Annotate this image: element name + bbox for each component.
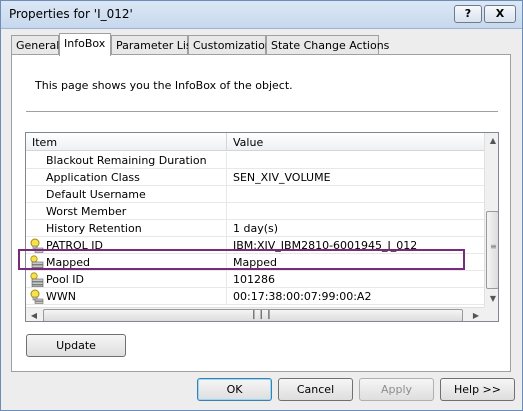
tab-infobox[interactable]: InfoBox [59,33,111,56]
tab-customization[interactable]: Customization [188,35,272,55]
separator [26,111,498,112]
close-button[interactable]: X [484,5,516,23]
panel-description: This page shows you the InfoBox of the o… [35,79,293,92]
horizontal-scroll-thumb[interactable]: ❙❙❙ [43,309,463,321]
infobox-panel: This page shows you the InfoBox of the o… [11,54,511,372]
window-title: Properties for 'I_012' [9,7,133,21]
list-row[interactable]: Blackout Remaining Duration [26,152,484,169]
row-item: Blackout Remaining Duration [46,152,227,169]
tab-general[interactable]: General [11,35,59,55]
grip-icon: ≡ [490,242,497,251]
tab-parameter-list[interactable]: Parameter List [111,35,196,55]
list-row[interactable]: WWN 00:17:38:00:07:99:00:A2 [26,288,484,305]
ok-button[interactable]: OK [197,378,272,401]
tab-state-change-actions[interactable]: State Change Actions [266,35,389,55]
row-item: Worst Member [46,203,227,220]
update-button[interactable]: Update [26,334,126,357]
row-item: WWN [46,288,227,305]
stack-icon [30,272,44,287]
infobox-list[interactable]: Item Value Blackout Remaining Duration A… [25,132,499,322]
scroll-up-arrow-icon[interactable]: ▲ [485,133,498,149]
row-item: Default Username [46,186,227,203]
list-row[interactable]: Pool ID 101286 [26,271,484,288]
title-bar[interactable]: Properties for 'I_012' ? X [1,1,522,29]
column-header-item[interactable]: Item [26,133,227,151]
horizontal-scrollbar[interactable]: ◀ ❙❙❙ ▶ [26,307,484,321]
vertical-scrollbar[interactable]: ▲ ≡ ▼ [484,133,498,307]
help-title-button[interactable]: ? [454,5,482,23]
scrollbar-corner [484,307,498,321]
row-item: History Retention [46,220,227,237]
bulb-icon [30,289,44,304]
row-item: Application Class [46,169,227,186]
mapped-row-highlight [18,249,465,270]
row-value [233,186,483,203]
cancel-button[interactable]: Cancel [278,378,353,401]
column-header-value[interactable]: Value [227,133,484,151]
list-row[interactable]: History Retention 1 day(s) [26,220,484,237]
row-value: SEN_XIV_VOLUME [233,171,331,184]
row-value: 101286 [233,273,275,286]
scroll-left-arrow-icon[interactable]: ◀ [26,308,42,321]
row-value: 00:17:38:00:07:99:00:A2 [233,290,372,303]
row-value [233,152,483,169]
help-button[interactable]: Help >> [440,378,515,401]
apply-button[interactable]: Apply [359,378,434,401]
list-header: Item Value [26,133,484,151]
scroll-down-arrow-icon[interactable]: ▼ [485,291,498,307]
properties-dialog: Properties for 'I_012' ? X General InfoB… [0,0,523,411]
list-row[interactable]: Default Username [26,186,484,203]
row-value [233,203,483,220]
vertical-scroll-thumb[interactable]: ≡ [486,211,498,289]
row-value: 1 day(s) [233,222,279,235]
list-row[interactable]: Worst Member [26,203,484,220]
row-item: Pool ID [46,271,227,288]
list-row[interactable]: Application Class SEN_XIV_VOLUME [26,169,484,186]
grip-icon: ❙❙❙ [250,310,273,320]
scroll-right-arrow-icon[interactable]: ▶ [468,308,484,321]
